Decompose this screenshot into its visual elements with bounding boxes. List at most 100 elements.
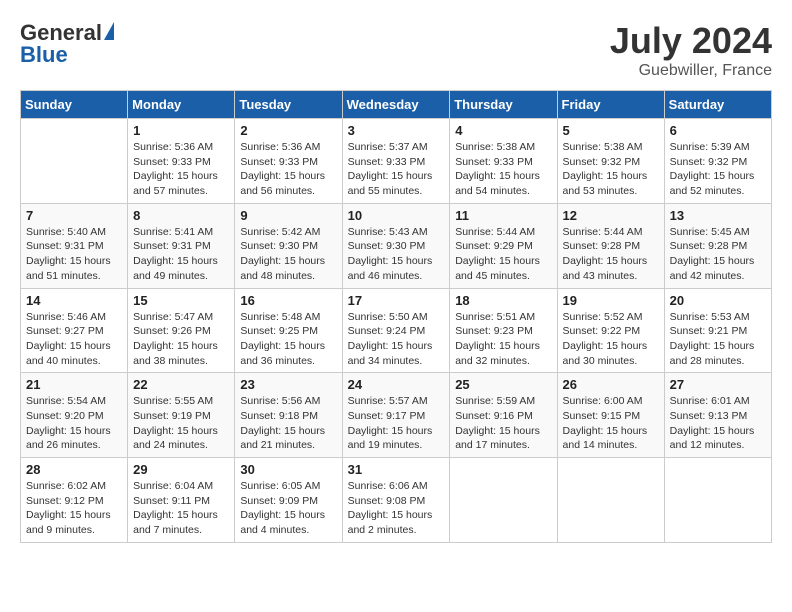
day-cell: 17Sunrise: 5:50 AM Sunset: 9:24 PM Dayli… xyxy=(342,288,450,373)
day-info: Sunrise: 5:45 AM Sunset: 9:28 PM Dayligh… xyxy=(670,225,766,284)
day-info: Sunrise: 5:53 AM Sunset: 9:21 PM Dayligh… xyxy=(670,310,766,369)
day-info: Sunrise: 5:52 AM Sunset: 9:22 PM Dayligh… xyxy=(563,310,659,369)
day-cell: 2Sunrise: 5:36 AM Sunset: 9:33 PM Daylig… xyxy=(235,119,342,204)
day-number: 6 xyxy=(670,123,766,138)
day-cell: 27 Sunrise: 6:01 AM Sunset: 9:13 PM Dayli… xyxy=(664,373,771,458)
column-header-thursday: Thursday xyxy=(450,91,557,119)
day-info: Sunrise: 5:48 AM Sunset: 9:25 PM Dayligh… xyxy=(240,310,336,369)
day-number: 12 xyxy=(563,208,659,223)
day-cell: 21Sunrise: 5:54 AM Sunset: 9:20 PM Dayli… xyxy=(21,373,128,458)
column-header-wednesday: Wednesday xyxy=(342,91,450,119)
week-row-5: 28Sunrise: 6:02 AM Sunset: 9:12 PM Dayli… xyxy=(21,458,772,543)
day-info: Sunrise: 5:59 AM Sunset: 9:16 PM Dayligh… xyxy=(455,394,551,453)
day-cell: 23 Sunrise: 5:56 AM Sunset: 9:18 PM Dayli… xyxy=(235,373,342,458)
day-number: 13 xyxy=(670,208,766,223)
week-row-3: 14 Sunrise: 5:46 AM Sunset: 9:27 PM Dayli… xyxy=(21,288,772,373)
day-info: Sunrise: 6:04 AM Sunset: 9:11 PM Dayligh… xyxy=(133,479,229,538)
day-info: Sunrise: 5:44 AM Sunset: 9:28 PM Dayligh… xyxy=(563,225,659,284)
day-info: Sunrise: 5:42 AM Sunset: 9:30 PM Dayligh… xyxy=(240,225,336,284)
day-info: Sunrise: 5:50 AM Sunset: 9:24 PM Dayligh… xyxy=(348,310,445,369)
day-cell: 1 Sunrise: 5:36 AM Sunset: 9:33 PM Daylig… xyxy=(128,119,235,204)
day-info: Sunrise: 6:00 AM Sunset: 9:15 PM Dayligh… xyxy=(563,394,659,453)
column-header-monday: Monday xyxy=(128,91,235,119)
day-cell: 30 Sunrise: 6:05 AM Sunset: 9:09 PM Dayli… xyxy=(235,458,342,543)
day-number: 15 xyxy=(133,293,229,308)
day-number: 20 xyxy=(670,293,766,308)
day-cell: 24Sunrise: 5:57 AM Sunset: 9:17 PM Dayli… xyxy=(342,373,450,458)
day-number: 8 xyxy=(133,208,229,223)
column-header-friday: Friday xyxy=(557,91,664,119)
day-number: 28 xyxy=(26,462,122,477)
column-header-saturday: Saturday xyxy=(664,91,771,119)
day-number: 21 xyxy=(26,377,122,392)
column-header-sunday: Sunday xyxy=(21,91,128,119)
day-cell: 19 Sunrise: 5:52 AM Sunset: 9:22 PM Dayli… xyxy=(557,288,664,373)
day-number: 18 xyxy=(455,293,551,308)
day-number: 26 xyxy=(563,377,659,392)
day-info: Sunrise: 6:05 AM Sunset: 9:09 PM Dayligh… xyxy=(240,479,336,538)
day-cell: 8Sunrise: 5:41 AM Sunset: 9:31 PM Daylig… xyxy=(128,203,235,288)
day-number: 16 xyxy=(240,293,336,308)
day-number: 1 xyxy=(133,123,229,138)
day-number: 27 xyxy=(670,377,766,392)
day-cell xyxy=(450,458,557,543)
title-block: July 2024 Guebwiller, France xyxy=(610,20,772,80)
day-cell xyxy=(21,119,128,204)
day-number: 24 xyxy=(348,377,445,392)
day-info: Sunrise: 5:36 AM Sunset: 9:33 PM Dayligh… xyxy=(240,140,336,199)
calendar-table: SundayMondayTuesdayWednesdayThursdayFrid… xyxy=(20,90,772,543)
day-number: 29 xyxy=(133,462,229,477)
day-info: Sunrise: 5:51 AM Sunset: 9:23 PM Dayligh… xyxy=(455,310,551,369)
day-cell: 4 Sunrise: 5:38 AM Sunset: 9:33 PM Daylig… xyxy=(450,119,557,204)
day-cell: 29 Sunrise: 6:04 AM Sunset: 9:11 PM Dayli… xyxy=(128,458,235,543)
day-number: 22 xyxy=(133,377,229,392)
day-info: Sunrise: 5:47 AM Sunset: 9:26 PM Dayligh… xyxy=(133,310,229,369)
day-cell: 9Sunrise: 5:42 AM Sunset: 9:30 PM Daylig… xyxy=(235,203,342,288)
day-number: 25 xyxy=(455,377,551,392)
day-number: 10 xyxy=(348,208,445,223)
day-cell: 22Sunrise: 5:55 AM Sunset: 9:19 PM Dayli… xyxy=(128,373,235,458)
day-cell: 10 Sunrise: 5:43 AM Sunset: 9:30 PM Dayli… xyxy=(342,203,450,288)
day-cell: 7 Sunrise: 5:40 AM Sunset: 9:31 PM Daylig… xyxy=(21,203,128,288)
main-title: July 2024 xyxy=(610,20,772,62)
day-info: Sunrise: 5:40 AM Sunset: 9:31 PM Dayligh… xyxy=(26,225,122,284)
day-number: 23 xyxy=(240,377,336,392)
logo-icon xyxy=(104,22,114,40)
week-row-4: 21Sunrise: 5:54 AM Sunset: 9:20 PM Dayli… xyxy=(21,373,772,458)
day-cell: 12 Sunrise: 5:44 AM Sunset: 9:28 PM Dayli… xyxy=(557,203,664,288)
day-cell xyxy=(557,458,664,543)
day-number: 5 xyxy=(563,123,659,138)
day-number: 19 xyxy=(563,293,659,308)
day-info: Sunrise: 5:36 AM Sunset: 9:33 PM Dayligh… xyxy=(133,140,229,199)
day-info: Sunrise: 5:43 AM Sunset: 9:30 PM Dayligh… xyxy=(348,225,445,284)
page-header: General Blue July 2024 Guebwiller, Franc… xyxy=(20,20,772,80)
day-info: Sunrise: 5:46 AM Sunset: 9:27 PM Dayligh… xyxy=(26,310,122,369)
day-cell: 20 Sunrise: 5:53 AM Sunset: 9:21 PM Dayli… xyxy=(664,288,771,373)
day-cell: 11Sunrise: 5:44 AM Sunset: 9:29 PM Dayli… xyxy=(450,203,557,288)
day-info: Sunrise: 5:38 AM Sunset: 9:33 PM Dayligh… xyxy=(455,140,551,199)
day-info: Sunrise: 5:39 AM Sunset: 9:32 PM Dayligh… xyxy=(670,140,766,199)
day-cell: 14 Sunrise: 5:46 AM Sunset: 9:27 PM Dayli… xyxy=(21,288,128,373)
day-cell: 15 Sunrise: 5:47 AM Sunset: 9:26 PM Dayli… xyxy=(128,288,235,373)
day-number: 4 xyxy=(455,123,551,138)
logo-blue-text: Blue xyxy=(20,42,68,67)
day-cell: 25 Sunrise: 5:59 AM Sunset: 9:16 PM Dayli… xyxy=(450,373,557,458)
subtitle: Guebwiller, France xyxy=(610,62,772,80)
week-row-1: 1 Sunrise: 5:36 AM Sunset: 9:33 PM Daylig… xyxy=(21,119,772,204)
day-info: Sunrise: 6:06 AM Sunset: 9:08 PM Dayligh… xyxy=(348,479,445,538)
day-cell: 5Sunrise: 5:38 AM Sunset: 9:32 PM Daylig… xyxy=(557,119,664,204)
logo: General Blue xyxy=(20,20,114,68)
day-number: 7 xyxy=(26,208,122,223)
day-info: Sunrise: 6:01 AM Sunset: 9:13 PM Dayligh… xyxy=(670,394,766,453)
day-number: 14 xyxy=(26,293,122,308)
day-cell: 26 Sunrise: 6:00 AM Sunset: 9:15 PM Dayli… xyxy=(557,373,664,458)
day-number: 31 xyxy=(348,462,445,477)
day-cell xyxy=(664,458,771,543)
column-header-tuesday: Tuesday xyxy=(235,91,342,119)
day-cell: 3Sunrise: 5:37 AM Sunset: 9:33 PM Daylig… xyxy=(342,119,450,204)
day-cell: 28Sunrise: 6:02 AM Sunset: 9:12 PM Dayli… xyxy=(21,458,128,543)
day-cell: 16 Sunrise: 5:48 AM Sunset: 9:25 PM Dayli… xyxy=(235,288,342,373)
week-row-2: 7 Sunrise: 5:40 AM Sunset: 9:31 PM Daylig… xyxy=(21,203,772,288)
day-number: 30 xyxy=(240,462,336,477)
day-info: Sunrise: 5:56 AM Sunset: 9:18 PM Dayligh… xyxy=(240,394,336,453)
